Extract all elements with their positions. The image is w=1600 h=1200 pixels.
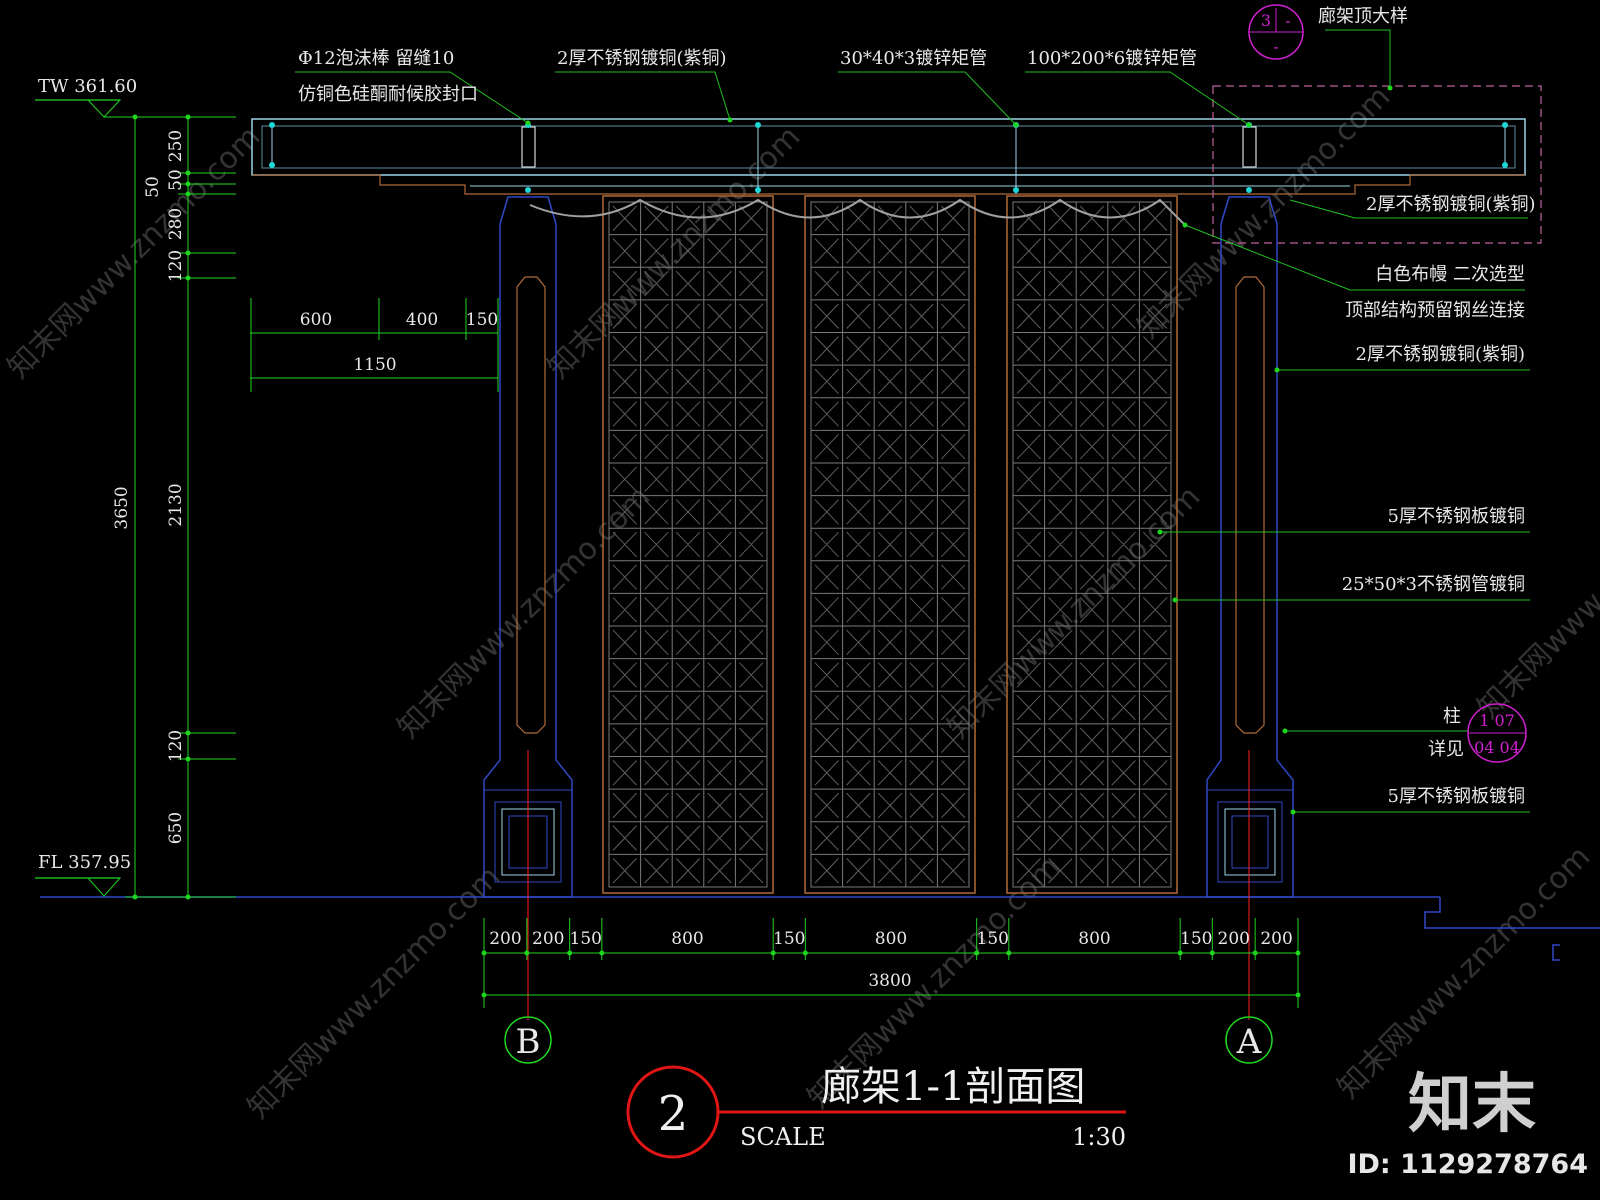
- label-base-plate: 5厚不锈钢板镀铜: [1388, 786, 1525, 807]
- level-bottom-text: FL 357.95: [38, 852, 131, 873]
- dim-bottom-segment: 150: [570, 929, 602, 949]
- brand-watermark: 知末: [1408, 1068, 1536, 1142]
- dim-tick-dot: [974, 950, 980, 956]
- dim-tick-dot: [185, 181, 191, 187]
- dim-600: 600: [300, 310, 332, 330]
- watermark-text: 知末网www.znzmo.com: [241, 859, 507, 1125]
- column-detail-callout: 1 07 04 04 柱 详见: [1428, 703, 1527, 763]
- label-screen-plate: 5厚不锈钢板镀铜: [1388, 506, 1525, 527]
- dim-bottom-segment: 800: [1078, 929, 1110, 949]
- dim-1150: 1150: [353, 355, 396, 375]
- scale-label: SCALE: [740, 1123, 826, 1151]
- label-tube-large: 100*200*6镀锌矩管: [1027, 48, 1197, 69]
- screen-panel: [804, 195, 976, 894]
- image-id: ID: 1129278764: [1347, 1149, 1588, 1180]
- label-right-plate: 2厚不锈钢镀铜(紫铜): [1366, 194, 1536, 215]
- column-callout-top: 1 07: [1479, 711, 1515, 730]
- dim-tick-dot: [599, 950, 605, 956]
- dim-50a: 50: [143, 176, 163, 198]
- dim-tick-dot: [185, 114, 191, 120]
- title-number: 2: [658, 1086, 689, 1142]
- dim-280: 280: [166, 208, 186, 240]
- dim-120-bottom: 120: [166, 730, 186, 762]
- dim-bottom-segment: 200: [489, 929, 521, 949]
- dim-tick-dot: [1252, 950, 1258, 956]
- dim-tick-dot: [567, 950, 573, 956]
- column-callout-label-1: 柱: [1443, 706, 1461, 727]
- dim-250: 250: [166, 130, 186, 162]
- dim-50b: 50: [166, 169, 186, 191]
- watermark-text: 知末网www.znzmo.com: [941, 479, 1207, 745]
- axis-bubble-b: B: [504, 1016, 552, 1064]
- overhang-dimensions: [250, 298, 499, 392]
- level-top-text: TW 361.60: [38, 76, 137, 97]
- title-text: 廊架1-1剖面图: [821, 1064, 1085, 1110]
- label-foam-rod: Φ12泡沫棒 留缝10: [298, 48, 454, 69]
- level-bottom: FL 357.95: [35, 852, 131, 897]
- dim-tick-dot: [185, 191, 191, 197]
- dim-tick-dot: [481, 992, 487, 998]
- dim-tick-dot: [1177, 950, 1183, 956]
- dim-tick-dot: [132, 114, 138, 120]
- dim-400: 400: [406, 310, 438, 330]
- column-callout-bottom: 04 04: [1474, 738, 1520, 757]
- dim-bottom-segment: 150: [1180, 929, 1212, 949]
- roof-detail-callout: 3 - - 廊架顶大样: [1248, 4, 1408, 60]
- roof-callout-bottom: -: [1273, 37, 1278, 56]
- dim-120-top: 120: [166, 250, 186, 282]
- roof-callout-label: 廊架顶大样: [1318, 6, 1408, 27]
- dim-tick-dot: [1006, 950, 1012, 956]
- dim-bottom-segment: 200: [1218, 929, 1250, 949]
- roof-callout-right: -: [1285, 11, 1290, 30]
- dim-2130: 2130: [166, 483, 186, 526]
- dim-150: 150: [466, 310, 498, 330]
- label-tube-small: 30*40*3镀锌矩管: [840, 48, 987, 69]
- dim-tick-dot: [1295, 950, 1301, 956]
- dim-650: 650: [166, 812, 186, 844]
- ground-line: [40, 896, 1600, 961]
- dim-tick-dot: [132, 894, 138, 900]
- dim-tick-dot: [524, 950, 530, 956]
- dim-tick-dot: [185, 730, 191, 736]
- dim-tick-dot: [770, 950, 776, 956]
- axis-label-a: A: [1236, 1022, 1262, 1062]
- dim-bottom-segment: 150: [977, 929, 1009, 949]
- dim-tick-dot: [1295, 992, 1301, 998]
- watermark-text: 知末网www.znzmo.com: [1331, 839, 1597, 1105]
- dim-tick-dot: [185, 250, 191, 256]
- dim-tick-dot: [802, 950, 808, 956]
- label-wire-connect: 顶部结构预留钢丝连接: [1345, 300, 1525, 321]
- roof-callout-top: 3: [1261, 11, 1271, 30]
- dim-bottom-segment: 200: [1260, 929, 1292, 949]
- scale-value: 1:30: [1072, 1123, 1126, 1151]
- column-callout-label-2: 详见: [1428, 739, 1464, 760]
- dim-3800: 3800: [868, 971, 911, 991]
- dim-tick-dot: [185, 275, 191, 281]
- level-top: TW 361.60: [35, 76, 236, 118]
- bottom-dimensions: 200 200 150 800 150 800 150 800 150 200 200: [481, 918, 1301, 1008]
- title-block: 2 廊架1-1剖面图 SCALE 1:30: [626, 1064, 1126, 1159]
- label-sealant: 仿铜色硅酮耐候胶封口: [298, 84, 478, 105]
- axis-bubble-a: A: [1225, 1016, 1273, 1064]
- dim-bottom-segment: 150: [773, 929, 805, 949]
- screen-panels: [602, 195, 1178, 894]
- column-right: [1206, 196, 1294, 898]
- dim-tick-dot: [481, 950, 487, 956]
- axis-label-b: B: [516, 1022, 541, 1062]
- dim-bottom-segment: 800: [875, 929, 907, 949]
- dim-3650: 3650: [112, 486, 132, 529]
- watermark-layer: 知末网www.znzmo.com 知末网www.znzmo.com 知末网www…: [1, 79, 1600, 1125]
- label-screen-tube: 25*50*3不锈钢管镀铜: [1342, 574, 1525, 595]
- label-curtain: 白色布幔 二次选型: [1375, 264, 1525, 285]
- label-column-plate: 2厚不锈钢镀铜(紫铜): [1356, 344, 1526, 365]
- dim-tick-dot: [185, 756, 191, 762]
- dim-tick-dot: [185, 894, 191, 900]
- dim-tick-dot: [1209, 950, 1215, 956]
- label-top-plate: 2厚不锈钢镀铜(紫铜): [557, 48, 727, 69]
- dim-tick-dot: [185, 170, 191, 176]
- dim-bottom-segment: 200: [532, 929, 564, 949]
- section-drawing: 知末网www.znzmo.com 知末网www.znzmo.com 知末网www…: [1, 4, 1600, 1180]
- dim-bottom-segment: 800: [671, 929, 703, 949]
